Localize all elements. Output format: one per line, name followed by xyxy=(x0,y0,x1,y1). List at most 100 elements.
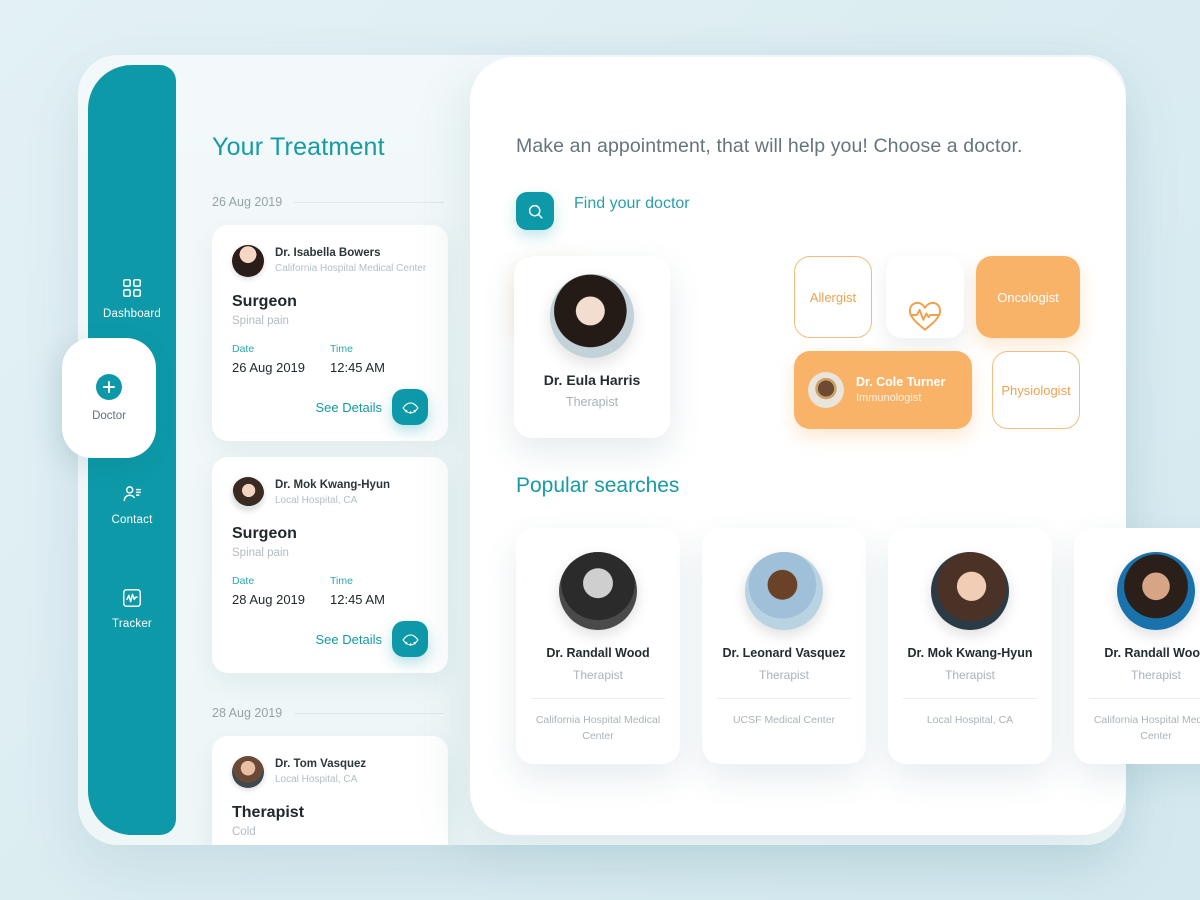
doctor-name: Dr. Tom Vasquez xyxy=(275,758,367,771)
sidebar-item-label: Dashboard xyxy=(102,308,162,320)
page-title: Your Treatment xyxy=(212,133,385,161)
doctor-name: Dr. Isabella Bowers xyxy=(275,247,381,260)
date-field-value: 26 Aug 2019 xyxy=(232,360,306,375)
treatment-meta: Date 28 Aug 2019 Time 12:45 AM xyxy=(232,575,428,607)
treatment-card-footer: See Details xyxy=(232,621,428,657)
popular-doctor-card[interactable]: Dr. Leonard Vasquez Therapist UCSF Medic… xyxy=(702,528,866,764)
doctor-role: Immunologist xyxy=(856,392,922,405)
treatment-type: Surgeon xyxy=(232,293,297,310)
eye-icon-button[interactable] xyxy=(392,389,428,425)
specialty-chip-oncologist[interactable]: Oncologist xyxy=(976,256,1080,338)
grid-icon xyxy=(121,277,143,299)
date-field-label: Date xyxy=(232,343,255,355)
sidebar-item-doctor[interactable]: Doctor xyxy=(62,338,156,458)
eye-icon-button[interactable] xyxy=(392,621,428,657)
doctor-name: Dr. Cole Turner xyxy=(856,374,946,389)
doctor-role: Therapist xyxy=(758,668,810,682)
avatar xyxy=(550,274,634,358)
treatment-panel: Your Treatment 26 Aug 2019 Dr. Isabella … xyxy=(176,55,472,845)
treatment-card-header: Dr. Tom Vasquez Local Hospital, CA xyxy=(232,756,428,788)
treatment-card-doctor-block: Dr. Isabella Bowers California Hospital … xyxy=(275,246,426,275)
avatar xyxy=(232,245,264,277)
specialty-chip-cardiology[interactable] xyxy=(886,256,964,338)
divider-line xyxy=(294,712,444,714)
divider-line xyxy=(294,201,444,203)
popular-doctor-card[interactable]: Dr. Mok Kwang-Hyun Therapist Local Hospi… xyxy=(888,528,1052,764)
avatar xyxy=(232,477,264,509)
search-bar xyxy=(516,192,1080,230)
treatment-time-col: Time 12:45 AM xyxy=(330,343,428,375)
divider-line xyxy=(531,698,665,699)
doctor-name: Dr. Randall Wood xyxy=(546,646,650,660)
treatment-condition: Cold xyxy=(232,826,256,838)
treatment-card[interactable]: Dr. Tom Vasquez Local Hospital, CA Thera… xyxy=(212,736,448,845)
user-contact-icon xyxy=(121,483,143,505)
treatment-type: Therapist xyxy=(232,804,305,821)
main-heading: Make an appointment, that will help you!… xyxy=(516,135,1023,157)
treatment-card-header: Dr. Mok Kwang-Hyun Local Hospital, CA xyxy=(232,477,428,509)
treatment-date-col: Date 28 Aug 2019 xyxy=(232,575,330,607)
treatment-card[interactable]: Dr. Mok Kwang-Hyun Local Hospital, CA Su… xyxy=(212,457,448,673)
hospital-name: Local Hospital, CA xyxy=(275,495,358,506)
doctor-name: Dr. Leonard Vasquez xyxy=(722,646,846,660)
hospital-name: Local Hospital, CA xyxy=(275,774,358,785)
doctor-role: Therapist xyxy=(944,668,996,682)
treatment-card-doctor-block: Dr. Tom Vasquez Local Hospital, CA xyxy=(275,757,366,786)
treatment-date-divider: 26 Aug 2019 xyxy=(212,195,472,209)
divider-line xyxy=(717,698,851,699)
time-field-label: Time xyxy=(330,575,353,587)
avatar xyxy=(1117,552,1195,630)
avatar xyxy=(559,552,637,630)
doctor-name: Dr. Eula Harris xyxy=(543,372,641,388)
see-details-link[interactable]: See Details xyxy=(316,400,382,415)
treatment-time-col: Time 12:45 AM xyxy=(330,575,428,607)
treatment-card-footer: See Details xyxy=(232,389,428,425)
hospital-name: California Hospital Medical Center xyxy=(275,263,427,274)
sidebar-item-label: Tracker xyxy=(112,618,152,630)
doctor-role: Therapist xyxy=(1130,668,1182,682)
treatment-date-label: 26 Aug 2019 xyxy=(212,195,283,209)
specialty-label: Allergist xyxy=(809,289,857,305)
specialty-chip-allergist[interactable]: Allergist xyxy=(794,256,872,338)
treatment-condition: Spinal pain xyxy=(232,547,289,559)
search-input[interactable] xyxy=(574,195,1080,223)
popular-searches-title: Popular searches xyxy=(516,474,680,497)
avatar xyxy=(808,372,844,408)
avatar xyxy=(232,756,264,788)
treatment-date-label: 28 Aug 2019 xyxy=(212,706,283,720)
popular-doctor-card[interactable]: Dr. Randall Wood Therapist California Ho… xyxy=(516,528,680,764)
pulse-chart-icon xyxy=(121,587,143,609)
time-field-label: Time xyxy=(330,343,353,355)
treatment-date-col: Date 26 Aug 2019 xyxy=(232,343,330,375)
treatment-condition: Spinal pain xyxy=(232,315,289,327)
doctor-name: Dr. Randall Wood xyxy=(1104,646,1200,660)
treatment-date-divider: 28 Aug 2019 xyxy=(212,706,472,720)
hospital-name: California Hospital Medical Center xyxy=(1093,714,1200,742)
doctor-name: Dr. Mok Kwang-Hyun xyxy=(907,646,1033,660)
specialty-label: Oncologist xyxy=(997,289,1059,305)
see-details-link[interactable]: See Details xyxy=(316,632,382,647)
specialty-chip-physiologist[interactable]: Physiologist xyxy=(992,351,1080,429)
treatment-card[interactable]: Dr. Isabella Bowers California Hospital … xyxy=(212,225,448,441)
time-field-value: 12:45 AM xyxy=(330,592,385,607)
popular-doctor-card[interactable]: Dr. Randall Wood Therapist California Ho… xyxy=(1074,528,1200,764)
search-icon[interactable] xyxy=(516,192,554,230)
avatar xyxy=(745,552,823,630)
divider-line xyxy=(1089,698,1200,699)
treatment-card-doctor-block: Dr. Mok Kwang-Hyun Local Hospital, CA xyxy=(275,478,390,507)
sidebar-item-label: Doctor xyxy=(92,410,126,422)
hospital-name: Local Hospital, CA xyxy=(926,714,1014,726)
doctor-chip-cole-turner[interactable]: Dr. Cole Turner Immunologist xyxy=(794,351,972,429)
treatment-type: Surgeon xyxy=(232,525,297,542)
featured-doctor-card[interactable]: Dr. Eula Harris Therapist xyxy=(514,256,670,438)
plus-circle-icon xyxy=(96,374,122,400)
hospital-name: California Hospital Medical Center xyxy=(535,714,661,742)
divider-line xyxy=(903,698,1037,699)
sidebar-item-contact[interactable]: Contact xyxy=(88,483,176,526)
sidebar-item-dashboard[interactable]: Dashboard xyxy=(88,277,176,320)
sidebar-item-tracker[interactable]: Tracker xyxy=(88,587,176,630)
doctor-chip-text: Dr. Cole Turner Immunologist xyxy=(856,374,945,407)
sidebar-item-label: Contact xyxy=(111,514,153,526)
popular-searches-list: Dr. Randall Wood Therapist California Ho… xyxy=(516,528,1200,764)
doctor-name: Dr. Mok Kwang-Hyun xyxy=(275,479,391,492)
